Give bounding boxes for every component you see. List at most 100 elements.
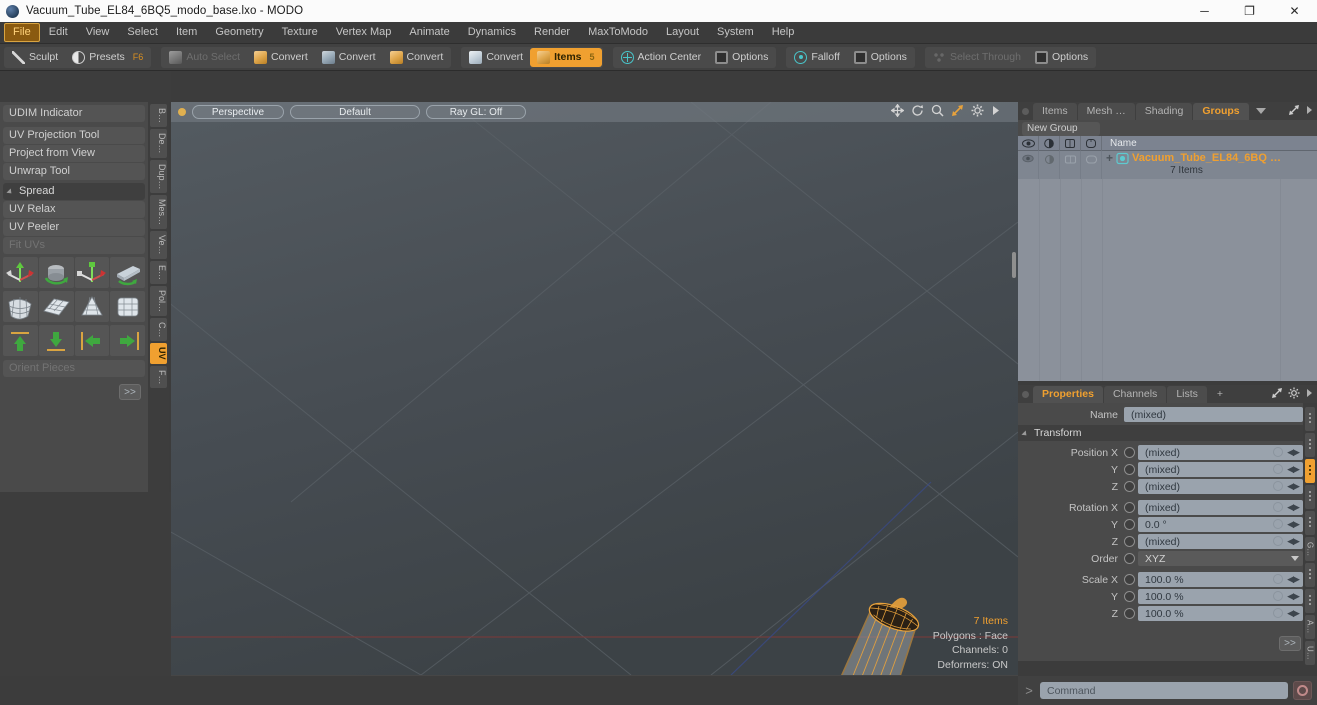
tab-channels[interactable]: Channels	[1103, 385, 1167, 403]
viewport-menu-dot-icon[interactable]	[178, 108, 186, 116]
sculpt-button[interactable]: Sculpt	[5, 47, 66, 67]
scale-z-stepper[interactable]: ◀▶	[1285, 608, 1301, 619]
col-wireframe-icon[interactable]	[1060, 135, 1081, 151]
convert-vertex-button[interactable]: Convert	[247, 47, 315, 67]
zoom-icon[interactable]	[931, 104, 944, 117]
uv-align-top-icon[interactable]	[3, 325, 38, 356]
uv-align-right-icon[interactable]	[110, 325, 145, 356]
convert-polygon-button[interactable]: Convert	[382, 47, 451, 67]
select-through-options-button[interactable]: Options	[1027, 47, 1096, 67]
scale-y-radio[interactable]	[1124, 591, 1135, 602]
3d-viewport[interactable]: y x Perspective Default Ray GL: Off	[171, 102, 1018, 675]
menu-system[interactable]: System	[708, 23, 763, 42]
gear-icon[interactable]	[971, 104, 984, 117]
uv-flip-tool-icon[interactable]	[110, 257, 145, 288]
ltab-polygon[interactable]: Pol…	[150, 285, 167, 316]
move-icon[interactable]	[891, 104, 904, 117]
menu-file[interactable]: File	[4, 23, 40, 42]
scale-z-radio[interactable]	[1124, 608, 1135, 619]
position-z-field[interactable]: (mixed) ◀▶	[1138, 479, 1303, 494]
tab-lists[interactable]: Lists	[1167, 385, 1207, 403]
uv-unwrap-plane-icon[interactable]	[38, 291, 74, 322]
viewport-raygl-toggle[interactable]: Ray GL: Off	[426, 105, 526, 119]
ltab-fur[interactable]: F…	[150, 365, 167, 389]
ltab-edge[interactable]: E…	[150, 260, 167, 284]
menu-edit[interactable]: Edit	[40, 23, 77, 42]
position-x-stepper[interactable]: ◀▶	[1285, 447, 1301, 458]
menu-layout[interactable]: Layout	[657, 23, 708, 42]
position-y-field[interactable]: (mixed) ◀▶	[1138, 462, 1303, 477]
uv-scale-tool-icon[interactable]	[74, 257, 110, 288]
viewport-view-mode[interactable]: Perspective	[192, 105, 284, 119]
group-item-row[interactable]: + Vacuum_Tube_EL84_6BQ …	[1106, 151, 1317, 165]
unwrap-tool-button[interactable]: Unwrap Tool	[3, 163, 145, 180]
position-y-radio[interactable]	[1124, 464, 1135, 475]
menu-render[interactable]: Render	[525, 23, 579, 42]
side-tab-attributes[interactable]: A…	[1305, 615, 1315, 639]
rotate-icon[interactable]	[911, 104, 924, 117]
menu-vertex-map[interactable]: Vertex Map	[327, 23, 401, 42]
properties-more-button[interactable]: >>	[1279, 636, 1301, 651]
panel-chevron-right-icon[interactable]	[1305, 104, 1313, 116]
ltab-basic[interactable]: B…	[150, 104, 167, 128]
ltab-vertex[interactable]: Ve…	[150, 231, 167, 259]
falloff-button[interactable]: Falloff	[787, 47, 847, 67]
name-field[interactable]: (mixed)	[1124, 407, 1303, 422]
convert-edge-button[interactable]: Convert	[314, 47, 383, 67]
uv-move-tool-icon[interactable]	[3, 257, 38, 288]
rotation-z-radio[interactable]	[1124, 536, 1135, 547]
col-render-icon[interactable]	[1039, 135, 1060, 151]
auto-select-button[interactable]: Auto Select	[162, 47, 248, 67]
tabs-overflow-chevron-down-icon[interactable]	[1255, 108, 1266, 114]
uv-unwrap-sphere-icon[interactable]	[3, 291, 38, 322]
col-visibility-eye-icon[interactable]	[1018, 135, 1039, 151]
order-select[interactable]: XYZ	[1138, 551, 1303, 566]
panel-chevron-right-icon[interactable]	[1305, 387, 1313, 399]
position-x-field[interactable]: (mixed) ◀▶	[1138, 445, 1303, 460]
rotation-y-field[interactable]: 0.0 ° ◀▶	[1138, 517, 1303, 532]
viewport-scrollbar[interactable]	[1012, 252, 1016, 278]
side-tab-1[interactable]	[1305, 433, 1315, 457]
tab-shading[interactable]: Shading	[1135, 102, 1193, 120]
tab-items[interactable]: Items	[1033, 102, 1077, 120]
command-input[interactable]: Command	[1040, 682, 1288, 699]
row-name-cell[interactable]: + Vacuum_Tube_EL84_6BQ … 7 Items	[1102, 151, 1317, 179]
viewport-shading-mode[interactable]: Default	[290, 105, 420, 119]
side-tab-4[interactable]	[1305, 511, 1315, 535]
position-x-key-icon[interactable]	[1273, 447, 1283, 457]
properties-menu-dot-icon[interactable]	[1022, 390, 1029, 398]
project-from-view-button[interactable]: Project from View	[3, 145, 145, 162]
menu-texture[interactable]: Texture	[273, 23, 327, 42]
play-icon[interactable]	[991, 104, 1000, 117]
transform-section-header[interactable]: Transform	[1018, 425, 1317, 441]
menu-item[interactable]: Item	[167, 23, 206, 42]
fit-uvs-button[interactable]: Fit UVs	[3, 237, 145, 254]
row-shaded-toggle[interactable]	[1081, 151, 1102, 179]
rotation-z-key-icon[interactable]	[1273, 536, 1283, 546]
side-tab-geometry[interactable]: G…	[1305, 537, 1315, 561]
action-center-options-button[interactable]: Options	[708, 47, 776, 67]
scale-y-field[interactable]: 100.0 % ◀▶	[1138, 589, 1303, 604]
presets-button[interactable]: Presets F6	[65, 47, 151, 67]
menu-animate[interactable]: Animate	[400, 23, 458, 42]
menu-geometry[interactable]: Geometry	[206, 23, 272, 42]
uv-unwrap-box-icon[interactable]	[110, 291, 145, 322]
uv-unwrap-cone-icon[interactable]	[74, 291, 110, 322]
uv-rotate-tool-icon[interactable]	[38, 257, 74, 288]
side-tab-user[interactable]: U…	[1305, 641, 1315, 665]
ltab-command[interactable]: C…	[150, 317, 167, 342]
menu-help[interactable]: Help	[763, 23, 804, 42]
position-y-key-icon[interactable]	[1273, 464, 1283, 474]
col-shaded-icon[interactable]	[1081, 135, 1102, 151]
table-row[interactable]: + Vacuum_Tube_EL84_6BQ … 7 Items	[1018, 151, 1317, 179]
maximize-button[interactable]: ❐	[1227, 0, 1272, 22]
rotation-x-key-icon[interactable]	[1273, 502, 1283, 512]
position-z-radio[interactable]	[1124, 481, 1135, 492]
scale-x-stepper[interactable]: ◀▶	[1285, 574, 1301, 585]
side-tab-6[interactable]	[1305, 563, 1315, 587]
panel-menu-dot-icon[interactable]	[1022, 107, 1029, 115]
udim-indicator-button[interactable]: UDIM Indicator	[3, 105, 145, 122]
scale-z-key-icon[interactable]	[1273, 608, 1283, 618]
scale-x-field[interactable]: 100.0 % ◀▶	[1138, 572, 1303, 587]
tab-add[interactable]: +	[1208, 386, 1232, 403]
